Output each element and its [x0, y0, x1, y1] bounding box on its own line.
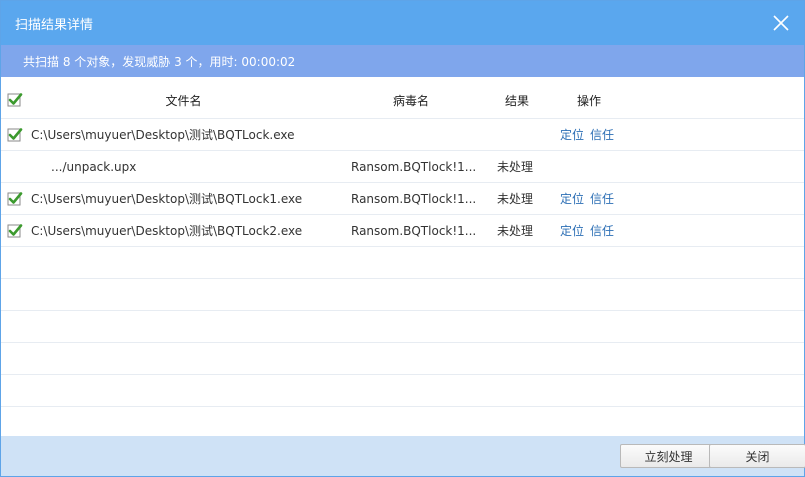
- row-actions: 定位 信任: [560, 119, 650, 150]
- file-path: C:\Users\muyuer\Desktop\测试\BQTLock.exe: [31, 128, 295, 142]
- scan-summary-bar: 共扫描 8 个对象，发现威胁 3 个，用时: 00:00:02: [1, 45, 804, 77]
- close-button[interactable]: 关闭: [709, 444, 805, 468]
- row-checkbox[interactable]: [7, 191, 23, 207]
- title-bar: 扫描结果详情: [1, 1, 804, 45]
- table-row: C:\Users\muyuer\Desktop\测试\BQTLock1.exe …: [1, 183, 804, 215]
- empty-row: [1, 343, 804, 375]
- table-header: 文件名 病毒名 结果 操作: [1, 82, 804, 119]
- file-path: C:\Users\muyuer\Desktop\测试\BQTLock2.exe: [31, 224, 303, 238]
- trust-link[interactable]: 信任: [590, 190, 614, 207]
- dialog-footer: 立刻处理 关闭: [1, 436, 805, 476]
- empty-row: [1, 247, 804, 279]
- column-header-file: 文件名: [165, 93, 202, 108]
- row-checkbox[interactable]: [7, 223, 23, 239]
- virus-name: Ransom.BQTlock!1....: [351, 223, 476, 238]
- scan-result-dialog: 扫描结果详情 共扫描 8 个对象，发现威胁 3 个，用时: 00:00:02 文…: [0, 0, 805, 477]
- virus-name: Ransom.BQTlock!1....: [351, 191, 476, 206]
- row-actions: 定位 信任: [560, 183, 650, 214]
- trust-link[interactable]: 信任: [590, 126, 614, 143]
- result-status: 未处理: [497, 160, 534, 174]
- empty-row: [1, 311, 804, 343]
- result-status: 未处理: [497, 192, 534, 206]
- close-icon[interactable]: [772, 14, 790, 32]
- trust-link[interactable]: 信任: [590, 222, 614, 239]
- file-path: C:\Users\muyuer\Desktop\测试\BQTLock1.exe: [31, 192, 303, 206]
- file-path: .../unpack.upx: [51, 159, 137, 174]
- dialog-title: 扫描结果详情: [15, 18, 94, 33]
- locate-link[interactable]: 定位: [560, 126, 584, 143]
- locate-link[interactable]: 定位: [560, 222, 584, 239]
- table-row: .../unpack.upx Ransom.BQTlock!1.... 未处理: [1, 151, 804, 183]
- column-header-action: 操作: [576, 93, 601, 108]
- virus-name: Ransom.BQTlock!1....: [351, 159, 476, 174]
- scan-summary-text: 共扫描 8 个对象，发现威胁 3 个，用时: 00:00:02: [23, 55, 296, 69]
- result-status: 未处理: [497, 224, 534, 238]
- column-header-result: 结果: [504, 93, 529, 108]
- row-actions: 定位 信任: [560, 215, 650, 246]
- column-header-virus: 病毒名: [392, 93, 429, 108]
- table-row: C:\Users\muyuer\Desktop\测试\BQTLock.exe 定…: [1, 119, 804, 151]
- result-table: 文件名 病毒名 结果 操作 C:\Users\muyuer\Desktop\测试…: [1, 82, 804, 407]
- virus-name: [351, 119, 476, 150]
- table-row: C:\Users\muyuer\Desktop\测试\BQTLock2.exe …: [1, 215, 804, 247]
- result-status: [497, 119, 547, 150]
- row-checkbox[interactable]: [7, 127, 23, 143]
- locate-link[interactable]: 定位: [560, 190, 584, 207]
- empty-row: [1, 279, 804, 311]
- process-now-button[interactable]: 立刻处理: [620, 444, 717, 468]
- select-all-checkbox[interactable]: [7, 92, 23, 108]
- empty-row: [1, 375, 804, 407]
